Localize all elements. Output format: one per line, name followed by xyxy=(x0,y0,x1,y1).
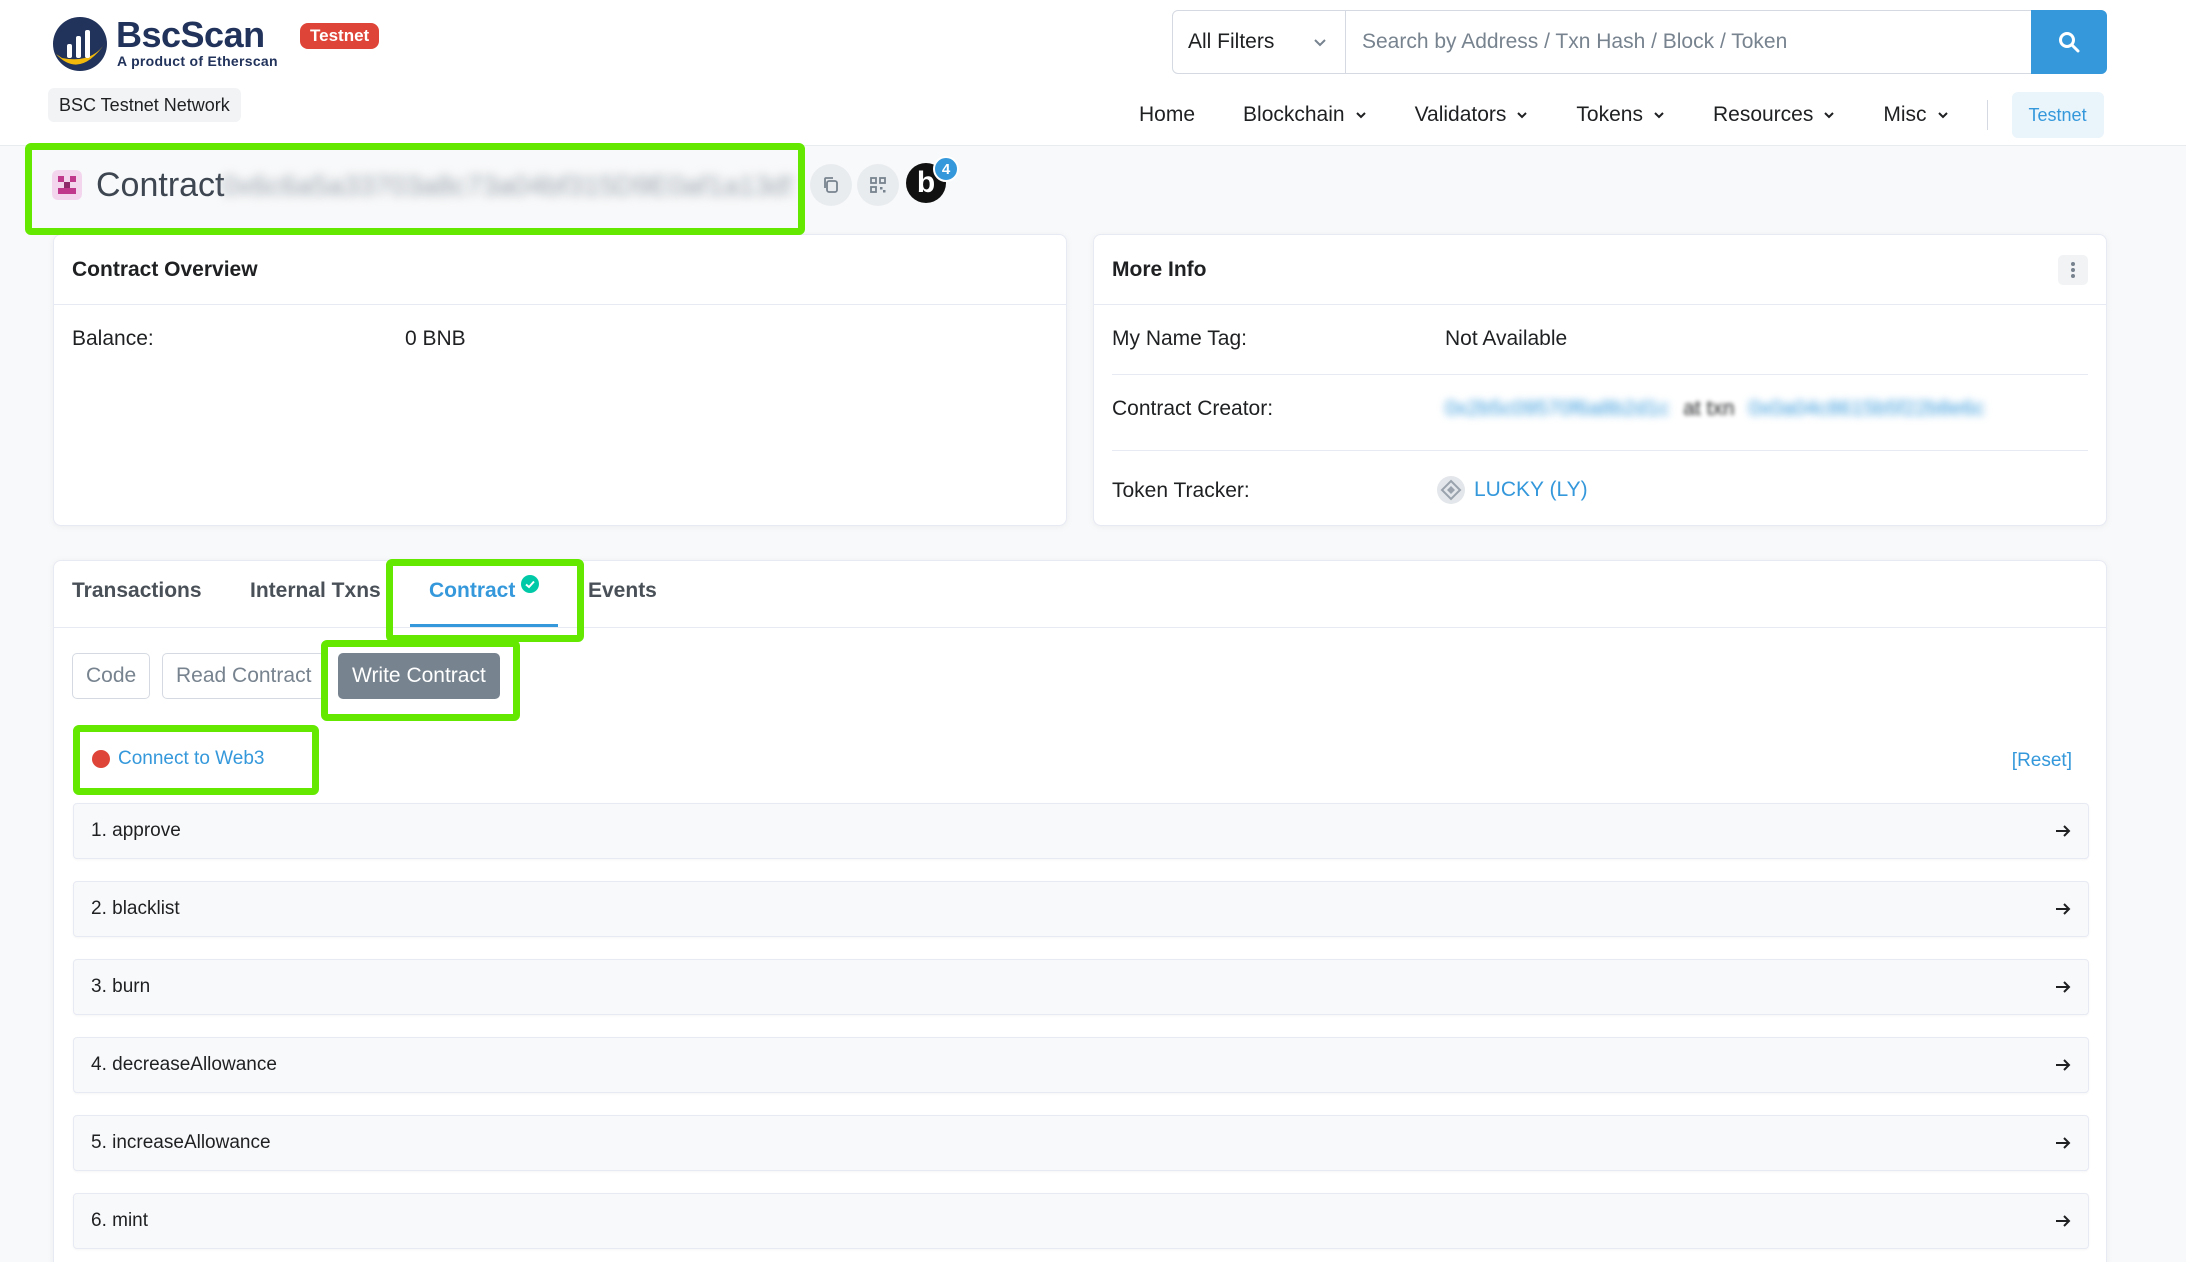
connect-web3-button[interactable]: Connect to Web3 xyxy=(92,748,264,770)
contract-creator-label: Contract Creator: xyxy=(1112,397,1274,420)
blockscan-count-badge: 4 xyxy=(933,156,959,182)
more-info-title: More Info xyxy=(1112,257,1207,281)
search-bar: All Filters xyxy=(1172,10,2107,74)
search-input[interactable] xyxy=(1346,11,2031,73)
nav-misc-label: Misc xyxy=(1883,103,1927,126)
tab-transactions[interactable]: Transactions xyxy=(72,579,202,603)
function-row-decrease-allowance[interactable]: 4. decreaseAllowance xyxy=(73,1037,2089,1093)
reset-link[interactable]: [Reset] xyxy=(2012,750,2072,772)
kebab-menu-icon xyxy=(2071,261,2075,278)
arrow-right-icon xyxy=(2056,1215,2071,1227)
arrow-right-icon xyxy=(2056,903,2071,915)
function-name: 5. increaseAllowance xyxy=(91,1132,271,1153)
nav-blockchain[interactable]: Blockchain xyxy=(1219,98,1391,132)
address-tabs-card: Transactions Internal Txns Contract Even… xyxy=(53,560,2107,1262)
function-name: 3. burn xyxy=(91,976,151,997)
contract-overview-card: Contract Overview Balance: 0 BNB xyxy=(53,234,1067,526)
qr-code-button[interactable] xyxy=(857,164,899,206)
contract-address[interactable]: 0x6c6a5a33703a8c73a04bf315D9E0af1a13d5c4… xyxy=(222,170,792,204)
token-tracker-value[interactable]: LUCKY (LY) xyxy=(1436,475,1588,505)
token-logo-icon xyxy=(1437,476,1465,504)
search-icon xyxy=(2059,32,2080,53)
nav-validators[interactable]: Validators xyxy=(1391,98,1553,132)
balance-value: 0 BNB xyxy=(405,327,466,350)
creator-txn-link[interactable]: 0x0a04c8615b5f22b8e6c xyxy=(1749,397,1985,421)
nav-validators-label: Validators xyxy=(1414,103,1507,126)
page-title: Contract xyxy=(96,166,225,204)
chevron-down-icon xyxy=(1937,112,1948,119)
tab-bar: Transactions Internal Txns Contract Even… xyxy=(54,561,2106,628)
arrow-right-icon xyxy=(2056,1137,2071,1149)
contract-overview-title: Contract Overview xyxy=(72,257,258,281)
main-nav: Home Blockchain Validators Tokens Resour… xyxy=(1115,92,2104,138)
copy-icon xyxy=(824,177,838,193)
network-switch-button[interactable]: Testnet xyxy=(2011,92,2104,138)
chevron-down-icon xyxy=(1355,112,1366,119)
chevron-down-icon xyxy=(1824,112,1835,119)
contract-creator-value: 0x2b5c09570f6a8b2d1c at txn 0x0a04c8615b… xyxy=(1445,397,1984,421)
creator-at-text: at txn xyxy=(1683,397,1735,420)
search-filter-select[interactable]: All Filters xyxy=(1173,11,1346,73)
balance-label: Balance: xyxy=(72,327,154,350)
creator-address-link[interactable]: 0x2b5c09570f6a8b2d1c xyxy=(1445,397,1669,421)
name-tag-value: Not Available xyxy=(1445,327,1568,350)
tab-contract-label: Contract xyxy=(429,579,516,602)
copy-address-button[interactable] xyxy=(810,164,852,206)
function-row-blacklist[interactable]: 2. blacklist xyxy=(73,881,2089,937)
function-row-mint[interactable]: 6. mint xyxy=(73,1193,2089,1249)
code-subtab-button[interactable]: Code xyxy=(72,653,151,699)
token-tracker-link[interactable]: LUCKY (LY) xyxy=(1474,478,1588,502)
connect-web3-label: Connect to Web3 xyxy=(118,748,265,769)
read-contract-button[interactable]: Read Contract xyxy=(162,653,326,699)
chevron-down-icon xyxy=(1314,39,1326,47)
verified-check-icon xyxy=(521,575,540,593)
nav-resources-label: Resources xyxy=(1712,103,1814,126)
tab-internal-txns[interactable]: Internal Txns xyxy=(250,579,381,603)
write-contract-button[interactable]: Write Contract xyxy=(338,653,500,699)
row-divider xyxy=(1112,450,2088,451)
chevron-down-icon xyxy=(1517,112,1528,119)
contract-avatar-icon xyxy=(52,170,82,200)
nav-tokens[interactable]: Tokens xyxy=(1552,98,1689,132)
more-info-card: More Info My Name Tag: Not Available Con… xyxy=(1093,234,2107,526)
function-row-burn[interactable]: 3. burn xyxy=(73,959,2089,1015)
search-filter-label: All Filters xyxy=(1188,30,1275,53)
row-divider xyxy=(1112,374,2088,375)
card-header: Contract Overview xyxy=(54,235,1066,305)
disconnected-status-icon xyxy=(92,750,110,768)
search-button[interactable] xyxy=(2031,10,2107,74)
qr-code-icon xyxy=(870,177,886,193)
nav-home[interactable]: Home xyxy=(1115,98,1219,132)
name-tag-label: My Name Tag: xyxy=(1112,327,1247,350)
chevron-down-icon xyxy=(1654,112,1664,119)
brand-tagline: A product of Etherscan xyxy=(117,53,278,69)
tab-contract[interactable]: Contract xyxy=(429,575,540,603)
function-row-increase-allowance[interactable]: 5. increaseAllowance xyxy=(73,1115,2089,1171)
function-name: 6. mint xyxy=(91,1210,149,1231)
nav-blockchain-label: Blockchain xyxy=(1243,103,1345,126)
card-header: More Info xyxy=(1094,235,2106,305)
brand-name[interactable]: BscScan xyxy=(116,14,265,56)
bscscan-logo-icon[interactable] xyxy=(52,16,108,72)
function-name: 1. approve xyxy=(91,820,181,841)
arrow-right-icon xyxy=(2056,981,2071,993)
nav-divider xyxy=(1986,100,1988,130)
arrow-right-icon xyxy=(2056,825,2071,837)
testnet-badge: Testnet xyxy=(300,23,380,49)
token-tracker-label: Token Tracker: xyxy=(1112,479,1250,502)
active-tab-indicator xyxy=(410,624,558,627)
site-header: BscScan A product of Etherscan Testnet B… xyxy=(0,0,2186,146)
tab-events[interactable]: Events xyxy=(588,579,657,603)
nav-home-label: Home xyxy=(1139,103,1196,126)
nav-misc[interactable]: Misc xyxy=(1859,98,1972,132)
more-options-button[interactable] xyxy=(2058,254,2088,285)
nav-tokens-label: Tokens xyxy=(1576,103,1643,126)
function-name: 2. blacklist xyxy=(91,898,180,919)
arrow-right-icon xyxy=(2056,1059,2071,1071)
network-label: BSC Testnet Network xyxy=(48,88,241,122)
function-name: 4. decreaseAllowance xyxy=(91,1054,277,1075)
function-row-approve[interactable]: 1. approve xyxy=(73,803,2089,859)
nav-resources[interactable]: Resources xyxy=(1689,98,1859,132)
